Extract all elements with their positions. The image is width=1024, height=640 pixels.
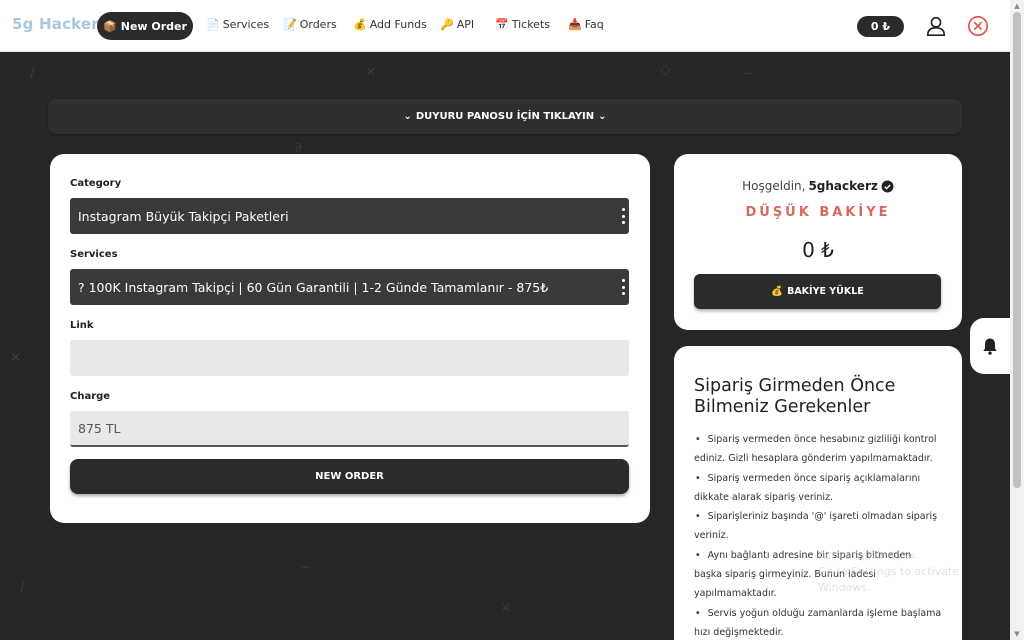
money-bag-icon: 💰 bbox=[353, 18, 367, 31]
services-select[interactable]: ? 100K Instagram Takipçi | 60 Gün Garant… bbox=[70, 269, 629, 305]
background-doodle: × bbox=[500, 600, 512, 616]
nav-faq-label: Faq bbox=[584, 18, 604, 31]
announcement-toggle[interactable]: ⌄ DUYURU PANOSU İÇİN TIKLAYIN ⌄ bbox=[48, 99, 962, 134]
link-label: Link bbox=[70, 320, 94, 331]
charge-input bbox=[70, 411, 629, 447]
scroll-down-icon[interactable]: ▼ bbox=[1013, 630, 1021, 638]
user-icon[interactable] bbox=[925, 14, 947, 38]
nav-new-order[interactable]: 📦 New Order bbox=[97, 12, 193, 40]
nav-add-funds[interactable]: 💰 Add Funds bbox=[353, 18, 427, 31]
nav-faq[interactable]: 📥 Faq bbox=[568, 18, 604, 31]
background-doodle: / bbox=[30, 65, 35, 81]
low-balance-warning: DÜŞÜK BAKİYE bbox=[745, 205, 891, 220]
background-doodle: × bbox=[365, 64, 377, 80]
nav-api[interactable]: 🔑 API bbox=[440, 18, 474, 31]
document-icon: 📄 bbox=[206, 18, 220, 31]
announcement-label: DUYURU PANOSU İÇİN TIKLAYIN bbox=[415, 111, 595, 122]
info-list-item: Servis yoğun olduğu zamanlarda işleme ba… bbox=[694, 604, 942, 640]
category-label: Category bbox=[70, 178, 122, 189]
background-doodle: / bbox=[20, 580, 25, 596]
info-title: Sipariş Girmeden Önce Bilmeniz Gerekenle… bbox=[694, 376, 896, 417]
nav-orders[interactable]: 📝 Orders bbox=[283, 18, 337, 31]
services-select-value: ? 100K Instagram Takipçi | 60 Gün Garant… bbox=[78, 279, 549, 295]
scrollbar-thumb[interactable] bbox=[1013, 12, 1021, 488]
kebab-icon bbox=[621, 208, 625, 224]
welcome-card: Hoşgeldin, 5ghackerz DÜŞÜK BAKİYE 0 ₺ 💰 … bbox=[674, 154, 962, 330]
background-doodle: ~ bbox=[742, 66, 754, 82]
notification-tab[interactable] bbox=[970, 318, 1010, 374]
nav-tickets[interactable]: 📅 Tickets bbox=[495, 18, 550, 31]
welcome-line: Hoşgeldin, 5ghackerz bbox=[674, 179, 962, 193]
nav-services-label: Services bbox=[222, 18, 270, 31]
nav-orders-label: Orders bbox=[299, 18, 337, 31]
edit-icon: 📝 bbox=[283, 18, 297, 31]
key-icon: 🔑 bbox=[440, 18, 454, 31]
verified-icon bbox=[881, 180, 894, 192]
welcome-username: 5ghackerz bbox=[808, 179, 878, 193]
balance-badge[interactable]: 0 ₺ bbox=[857, 16, 904, 37]
chevron-down-icon: ⌄ bbox=[403, 111, 412, 122]
activation-watermark: Activate Windows Go to Settings to activ… bbox=[818, 549, 959, 594]
top-navbar: 5g Hackerz 📦 New Order 📄 Services 📝 Orde… bbox=[0, 0, 1010, 52]
background-doodle: ✕ bbox=[10, 350, 22, 366]
inbox-icon: 📥 bbox=[568, 18, 582, 31]
scroll-up-icon[interactable]: ▲ bbox=[1013, 2, 1021, 10]
nav-add-funds-label: Add Funds bbox=[369, 18, 427, 31]
close-circle-icon[interactable] bbox=[967, 15, 989, 37]
money-bag-icon: 💰 bbox=[771, 286, 784, 297]
info-list-item: Sipariş vermeden önce hesabınız gizliliğ… bbox=[694, 430, 942, 469]
info-list-item: Sipariş vermeden önce sipariş açıklamala… bbox=[694, 469, 942, 508]
link-input[interactable] bbox=[70, 340, 629, 376]
bell-icon bbox=[983, 338, 997, 355]
nav-new-order-label: New Order bbox=[120, 19, 187, 33]
kebab-icon bbox=[621, 279, 625, 295]
category-select[interactable]: Instagram Büyük Takipçi Paketleri bbox=[70, 198, 629, 234]
nav-api-label: API bbox=[456, 18, 475, 31]
background-doodle: ◇ bbox=[660, 62, 671, 78]
nav-services[interactable]: 📄 Services bbox=[206, 18, 269, 31]
services-label: Services bbox=[70, 249, 118, 260]
package-icon: 📦 bbox=[103, 19, 117, 33]
welcome-greeting: Hoşgeldin, bbox=[742, 179, 806, 193]
brand-logo[interactable]: 5g Hackerz bbox=[12, 15, 108, 33]
chevron-down-icon: ⌄ bbox=[598, 111, 607, 122]
new-order-form: Category Instagram Büyük Takipçi Paketle… bbox=[50, 154, 650, 523]
calendar-icon: 📅 bbox=[495, 18, 509, 31]
topup-button[interactable]: 💰 BAKİYE YÜKLE bbox=[694, 274, 941, 309]
info-list: Sipariş vermeden önce hesabınız gizliliğ… bbox=[694, 430, 942, 640]
balance-amount: 0 ₺ bbox=[802, 238, 834, 262]
nav-tickets-label: Tickets bbox=[511, 18, 550, 31]
topup-button-label: BAKİYE YÜKLE bbox=[787, 286, 864, 297]
info-list-item: Siparişleriniz başında '@' işareti olmad… bbox=[694, 507, 942, 546]
category-select-value: Instagram Büyük Takipçi Paketleri bbox=[78, 208, 289, 224]
submit-order-button[interactable]: NEW ORDER bbox=[70, 459, 629, 494]
charge-label: Charge bbox=[70, 391, 111, 402]
background-doodle: ~ bbox=[300, 560, 312, 576]
